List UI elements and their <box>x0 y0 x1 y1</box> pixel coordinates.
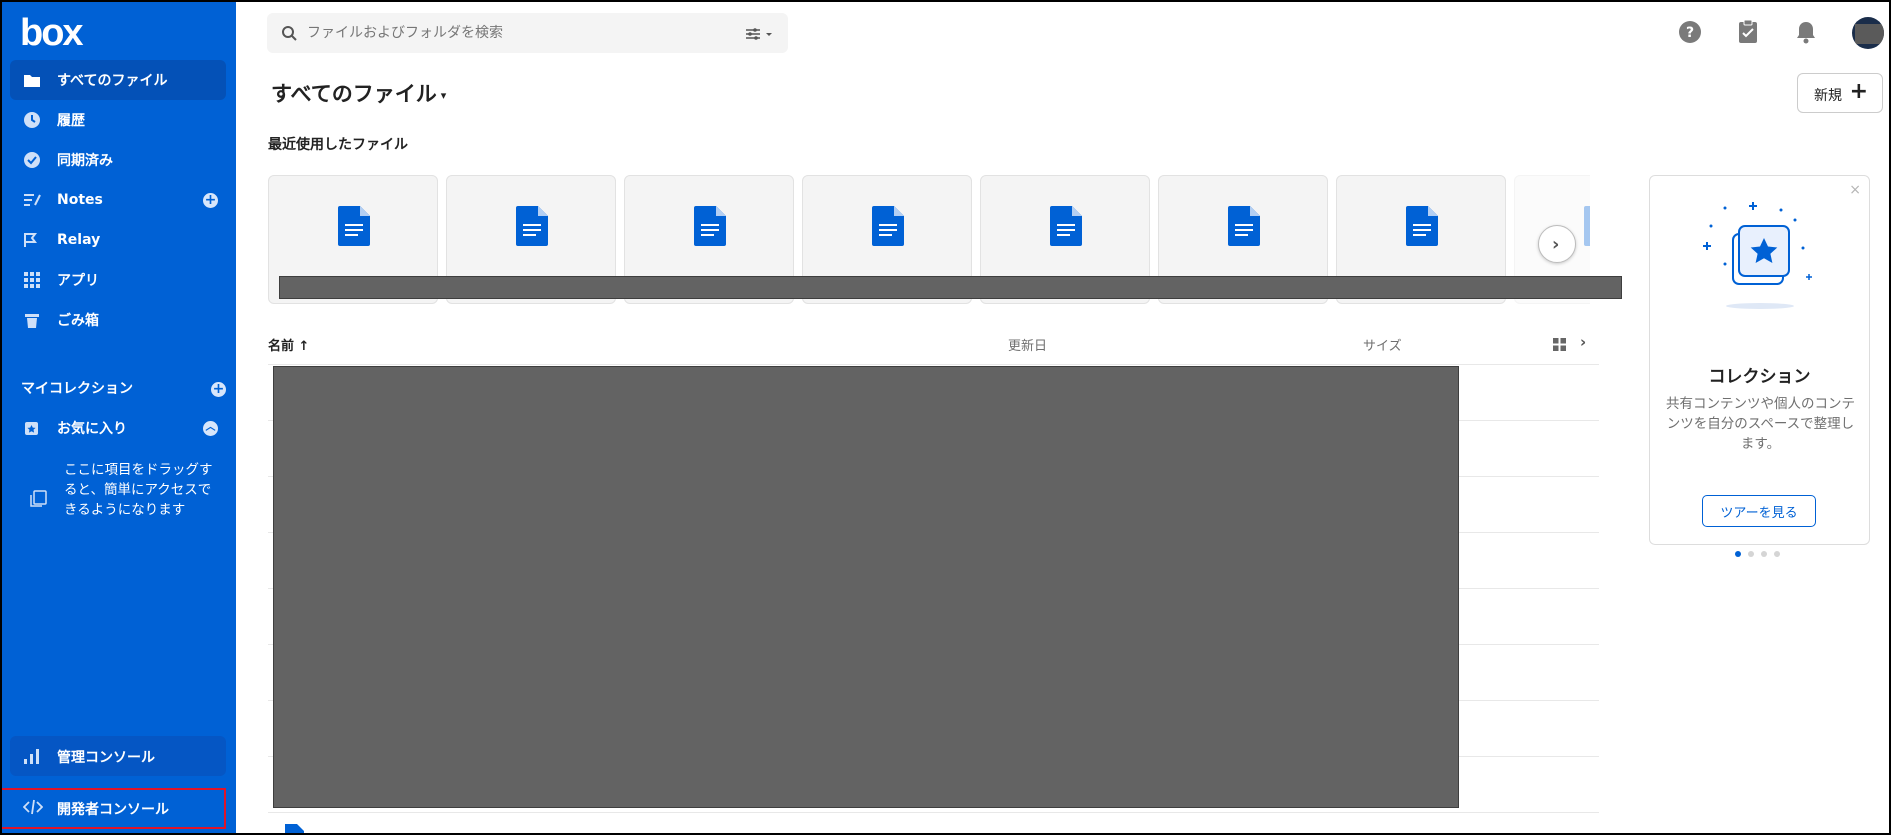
collections-description: 共有コンテンツや個人のコンテンツを自分のスペースで整理します。 <box>1666 396 1855 452</box>
sidebar-item-label: Notes <box>57 192 103 208</box>
favorites-drop-hint: ここに項目をドラッグすると、簡単にアクセスできるようになります <box>20 460 220 544</box>
highlight-box <box>0 788 226 829</box>
tasks-icon[interactable] <box>1735 19 1761 45</box>
search-input[interactable] <box>307 21 707 45</box>
search-icon <box>281 25 298 42</box>
folder-icon <box>23 71 41 89</box>
document-icon <box>1406 206 1438 246</box>
sidebar-item-favorites[interactable]: お気に入り ︿ <box>10 408 226 448</box>
apps-grid-icon <box>23 271 41 289</box>
column-updated[interactable]: 更新日 <box>1008 335 1047 354</box>
sidebar-item-label: 管理コンソール <box>57 750 155 766</box>
column-name[interactable]: 名前 ↑ <box>268 335 309 354</box>
pager-dot[interactable] <box>1774 551 1780 557</box>
redacted-filenames <box>279 276 1622 299</box>
add-collection-button[interactable]: + <box>211 382 226 397</box>
notes-icon <box>23 191 41 209</box>
column-size[interactable]: サイズ <box>1363 335 1402 354</box>
sidebar-item-relay[interactable]: Relay <box>10 220 226 260</box>
carousel-next-button[interactable]: › <box>1538 225 1576 263</box>
pager-dot[interactable] <box>1748 551 1754 557</box>
trash-icon <box>23 311 41 329</box>
sidebar-item-label: 同期済み <box>57 153 113 169</box>
document-icon <box>1050 206 1082 246</box>
avatar[interactable] <box>1852 17 1884 49</box>
sidebar-item-trash[interactable]: ごみ箱 <box>10 300 226 340</box>
sidebar-item-apps[interactable]: アプリ <box>10 260 226 300</box>
box-logo[interactable]: box <box>20 14 84 52</box>
pager-dot[interactable] <box>1735 551 1741 557</box>
svg-text:?: ? <box>1686 25 1694 41</box>
grid-view-icon[interactable] <box>1553 336 1566 351</box>
chevron-down-icon: ▾ <box>440 88 447 102</box>
clock-icon <box>23 111 41 129</box>
document-icon <box>872 206 904 246</box>
sidebar-item-synced[interactable]: 同期済み <box>10 140 226 180</box>
relay-icon <box>23 231 41 249</box>
sidebar-item-all-files[interactable]: すべてのファイル <box>10 60 226 100</box>
collections-title: コレクション <box>1708 367 1811 387</box>
notifications-icon[interactable] <box>1793 19 1819 45</box>
sidebar-item-admin-console[interactable]: 管理コンソール <box>10 736 226 776</box>
file-list-header: 名前 ↑ 更新日 サイズ › <box>268 333 1599 357</box>
plus-icon: + <box>1849 79 1868 104</box>
collapse-favorites-button[interactable]: ︿ <box>203 421 218 436</box>
close-icon[interactable]: × <box>1849 182 1861 198</box>
row-divider <box>268 364 1599 365</box>
new-button-label: 新規 <box>1814 88 1842 104</box>
sidebar-item-label: すべてのファイル <box>57 73 168 89</box>
document-icon <box>516 206 548 246</box>
sidebar-item-label: 履歴 <box>57 113 85 129</box>
avatar-redaction <box>1855 24 1884 44</box>
page-title-text: すべてのファイル <box>271 82 437 106</box>
sidebar-item-label: アプリ <box>57 273 99 289</box>
favorites-icon <box>23 419 41 437</box>
bar-chart-icon <box>23 747 41 765</box>
sidebar-item-history[interactable]: 履歴 <box>10 100 226 140</box>
sidebar-item-label: お気に入り <box>57 421 127 437</box>
promo-pager <box>1735 551 1785 559</box>
document-icon <box>1584 206 1590 246</box>
recent-files-title: 最近使用したファイル <box>268 137 408 153</box>
redacted-file-list <box>273 366 1459 808</box>
page-title[interactable]: すべてのファイル ▾ <box>271 78 446 108</box>
sort-ascending-icon: ↑ <box>298 339 310 354</box>
sidebar-item-label: ごみ箱 <box>57 313 99 329</box>
view-tour-button[interactable]: ツアーを見る <box>1702 495 1816 527</box>
search-bar[interactable] <box>267 13 788 53</box>
sidebar-item-label: Relay <box>57 232 101 248</box>
new-button[interactable]: 新規 + <box>1797 73 1883 113</box>
check-circle-icon <box>23 151 41 169</box>
row-divider <box>268 812 1599 813</box>
document-icon <box>1228 206 1260 246</box>
document-icon <box>338 206 370 246</box>
sidebar-item-notes[interactable]: Notes + <box>10 180 226 220</box>
favorites-hint-text: ここに項目をドラッグすると、簡単にアクセスできるようになります <box>64 462 213 518</box>
sidebar: box すべてのファイル 履歴 同期済み Notes + Relay アプリ ご… <box>2 2 236 833</box>
chevron-right-icon: › <box>1552 234 1560 255</box>
chevron-right-icon[interactable]: › <box>1580 333 1586 351</box>
pager-dot[interactable] <box>1761 551 1767 557</box>
document-icon <box>694 206 726 246</box>
add-note-button[interactable]: + <box>203 193 218 208</box>
help-icon[interactable]: ? <box>1677 19 1703 45</box>
search-filter-icon[interactable] <box>746 26 776 40</box>
my-collections-title: マイコレクション <box>21 381 133 397</box>
document-icon <box>284 824 304 835</box>
collections-promo-panel: × コレクション 共有コンテンツや個人のコンテンツを自分のスペースで整理します。… <box>1649 175 1870 545</box>
drag-drop-icon <box>30 490 48 508</box>
collection-star-illustration <box>1695 196 1825 316</box>
